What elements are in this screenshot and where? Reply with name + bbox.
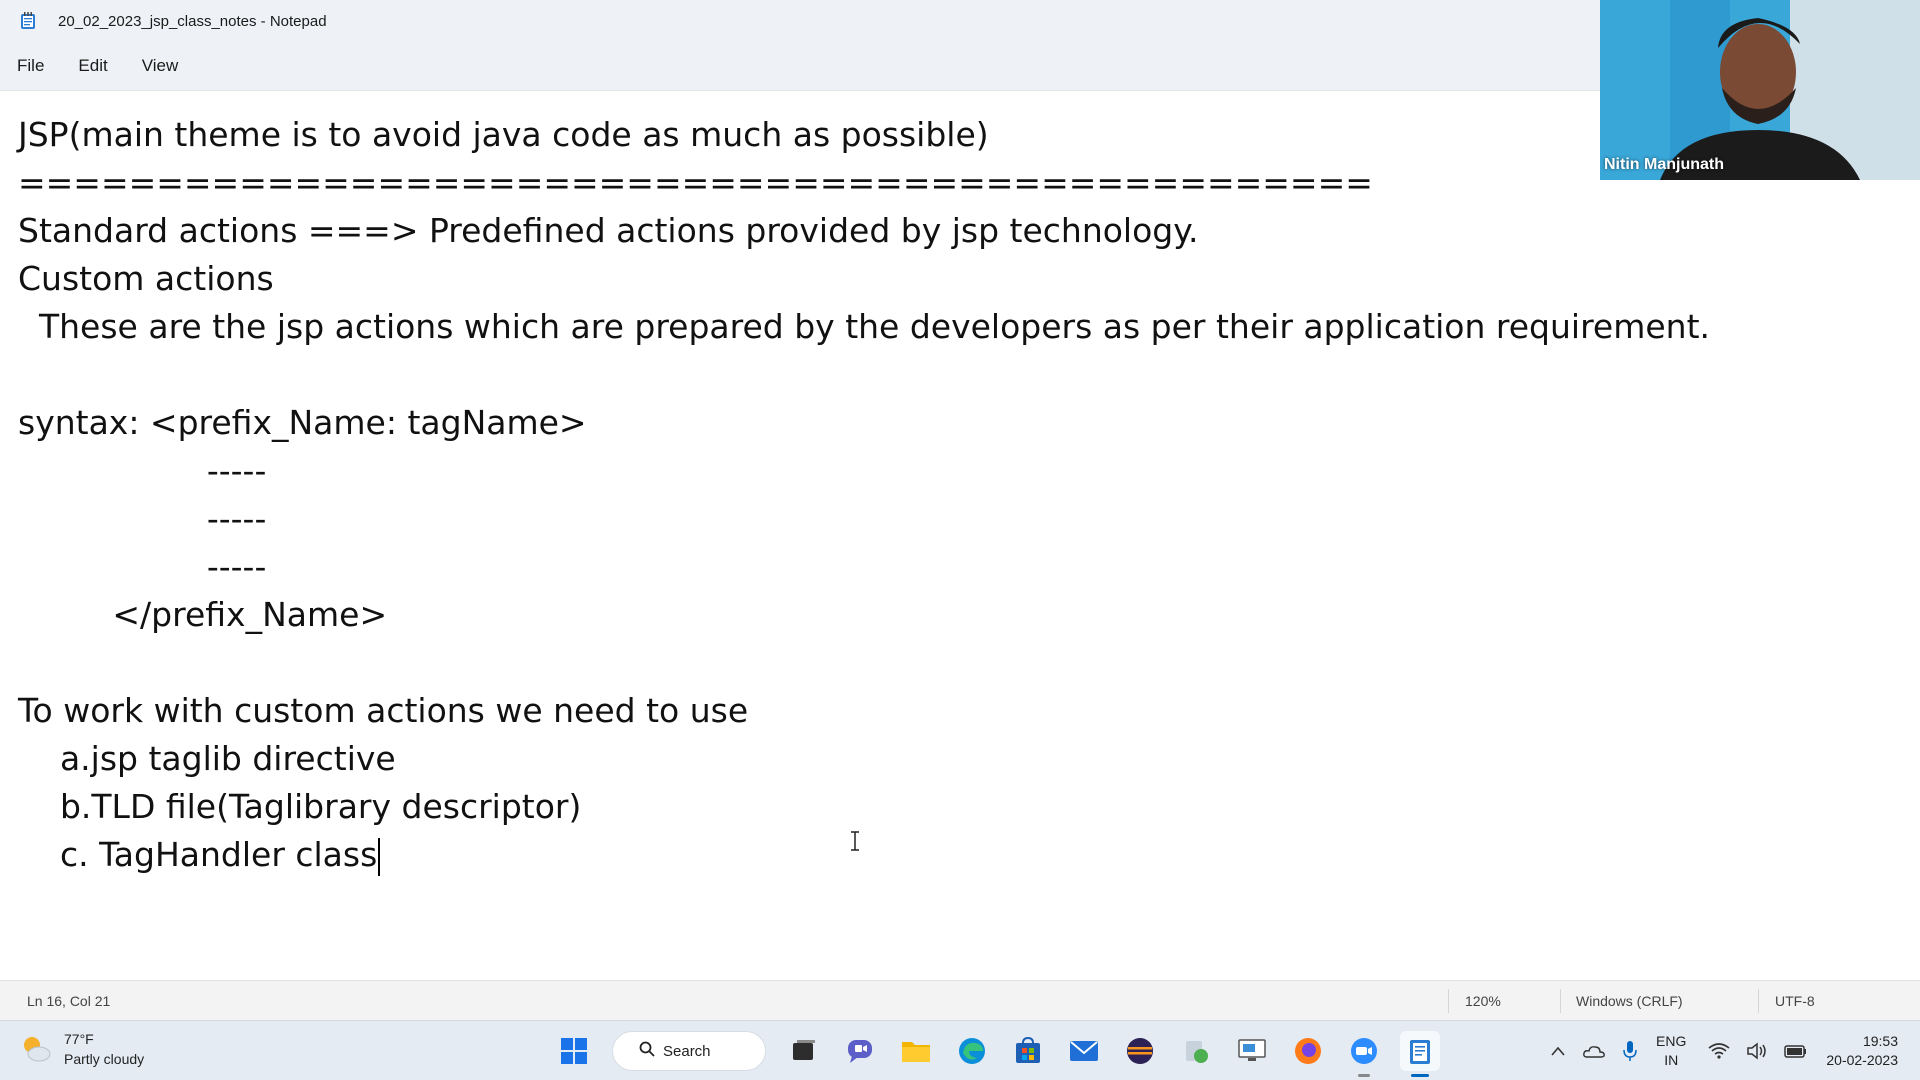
status-divider	[1448, 989, 1449, 1013]
task-view-icon	[793, 1040, 815, 1060]
microphone-icon[interactable]	[1622, 1040, 1638, 1062]
menu-view[interactable]: View	[125, 50, 196, 82]
clock[interactable]: 19:53 20-02-2023	[1826, 1032, 1898, 1070]
zoom-icon	[1351, 1038, 1377, 1064]
editor-line-7: syntax: <prefix_Name: tagName>	[18, 403, 587, 442]
taskbar-apps: Search	[546, 1031, 1448, 1077]
weather-temperature: 77°F	[64, 1031, 94, 1047]
text-editor[interactable]: JSP(main theme is to avoid java code as …	[0, 90, 1920, 981]
active-indicator	[1411, 1074, 1429, 1077]
folder-icon	[902, 1042, 930, 1062]
encoding[interactable]: UTF-8	[1775, 993, 1815, 1009]
file-explorer-button[interactable]	[896, 1031, 936, 1071]
weather-description: Partly cloudy	[64, 1051, 145, 1067]
notepad-icon	[1410, 1040, 1430, 1064]
webcam-person-image	[1600, 0, 1920, 180]
windows-logo-icon	[561, 1038, 587, 1064]
remote-desktop-button[interactable]	[1232, 1031, 1272, 1071]
editor-line-5: These are the jsp actions which are prep…	[18, 307, 1711, 346]
taskbar-search[interactable]: Search	[612, 1031, 766, 1071]
partly-cloudy-icon	[20, 1033, 52, 1065]
screen: 20_02_2023_jsp_class_notes - Notepad Fil…	[0, 0, 1920, 1080]
mail-button[interactable]	[1064, 1031, 1104, 1071]
editor-line-16-text: c. TagHandler class	[18, 835, 378, 874]
firefox-icon	[1295, 1038, 1321, 1064]
monitor-icon	[1238, 1039, 1266, 1061]
onedrive-icon[interactable]	[1582, 1043, 1606, 1059]
teams-chat-button[interactable]	[840, 1031, 880, 1071]
notepad-icon	[20, 12, 36, 30]
editor-line-14: a.jsp taglib directive	[18, 739, 396, 778]
editor-line-3: Standard actions ===> Predefined actions…	[18, 211, 1199, 250]
search-label: Search	[663, 1042, 711, 1060]
firefox-button[interactable]	[1288, 1031, 1328, 1071]
line-ending[interactable]: Windows (CRLF)	[1576, 993, 1683, 1009]
editor-line-10: -----	[18, 547, 267, 586]
store-button[interactable]	[1008, 1031, 1048, 1071]
status-divider	[1758, 989, 1759, 1013]
editor-line-1: JSP(main theme is to avoid java code as …	[18, 115, 989, 154]
editor-line-16: c. TagHandler class	[18, 831, 381, 879]
status-bar: Ln 16, Col 21 120% Windows (CRLF) UTF-8	[0, 980, 1920, 1021]
generic-app-icon	[1186, 1041, 1208, 1063]
webcam-video: Nitin Manjunath	[1600, 0, 1920, 180]
wifi-icon[interactable]	[1708, 1042, 1730, 1060]
clock-time: 19:53	[1862, 1033, 1898, 1049]
text-caret	[378, 837, 381, 876]
editor-line-13: To work with custom actions we need to u…	[18, 691, 749, 730]
editor-line-2: ========================================…	[18, 163, 1373, 202]
editor-line-9: -----	[18, 499, 267, 538]
taskbar: 77°F Partly cloudy Search ENG IN 19:53 2…	[0, 1020, 1920, 1080]
window-title: 20_02_2023_jsp_class_notes - Notepad	[58, 12, 327, 30]
edge-icon	[959, 1038, 985, 1064]
chevron-up-icon[interactable]	[1550, 1045, 1566, 1057]
volume-icon[interactable]	[1746, 1042, 1768, 1060]
menu-file[interactable]: File	[0, 50, 61, 82]
editor-line-4: Custom actions	[18, 259, 274, 298]
zoom-level[interactable]: 120%	[1465, 993, 1501, 1009]
cursor-position: Ln 16, Col 21	[27, 993, 111, 1009]
app-button[interactable]	[1176, 1031, 1216, 1071]
running-indicator	[1358, 1074, 1370, 1077]
system-tray: ENG IN 19:53 20-02-2023	[1542, 1021, 1920, 1080]
editor-line-11: </prefix_Name>	[18, 595, 388, 634]
ibeam-cursor-icon	[849, 831, 861, 851]
start-button[interactable]	[554, 1031, 594, 1071]
webcam-participant-name: Nitin Manjunath	[1604, 156, 1724, 173]
store-icon	[1016, 1037, 1040, 1063]
mail-icon	[1070, 1041, 1098, 1061]
weather-widget[interactable]: 77°F Partly cloudy	[20, 1029, 144, 1069]
clock-date: 20-02-2023	[1826, 1052, 1898, 1068]
editor-line-15: b.TLD file(Taglibrary descriptor)	[18, 787, 582, 826]
eclipse-button[interactable]	[1120, 1031, 1160, 1071]
language-indicator[interactable]: ENG IN	[1656, 1032, 1686, 1070]
eclipse-icon	[1127, 1038, 1153, 1064]
notepad-taskbar-button[interactable]	[1400, 1031, 1440, 1077]
chat-icon	[848, 1040, 872, 1063]
language-region: IN	[1664, 1052, 1679, 1068]
editor-line-8: -----	[18, 451, 267, 490]
task-view-button[interactable]	[784, 1031, 824, 1071]
edge-browser-button[interactable]	[952, 1031, 992, 1071]
menu-edit[interactable]: Edit	[61, 50, 124, 82]
language-code: ENG	[1656, 1033, 1687, 1049]
battery-icon[interactable]	[1784, 1043, 1808, 1059]
search-icon	[639, 1041, 655, 1062]
status-divider	[1560, 989, 1561, 1013]
zoom-button[interactable]	[1344, 1031, 1384, 1077]
